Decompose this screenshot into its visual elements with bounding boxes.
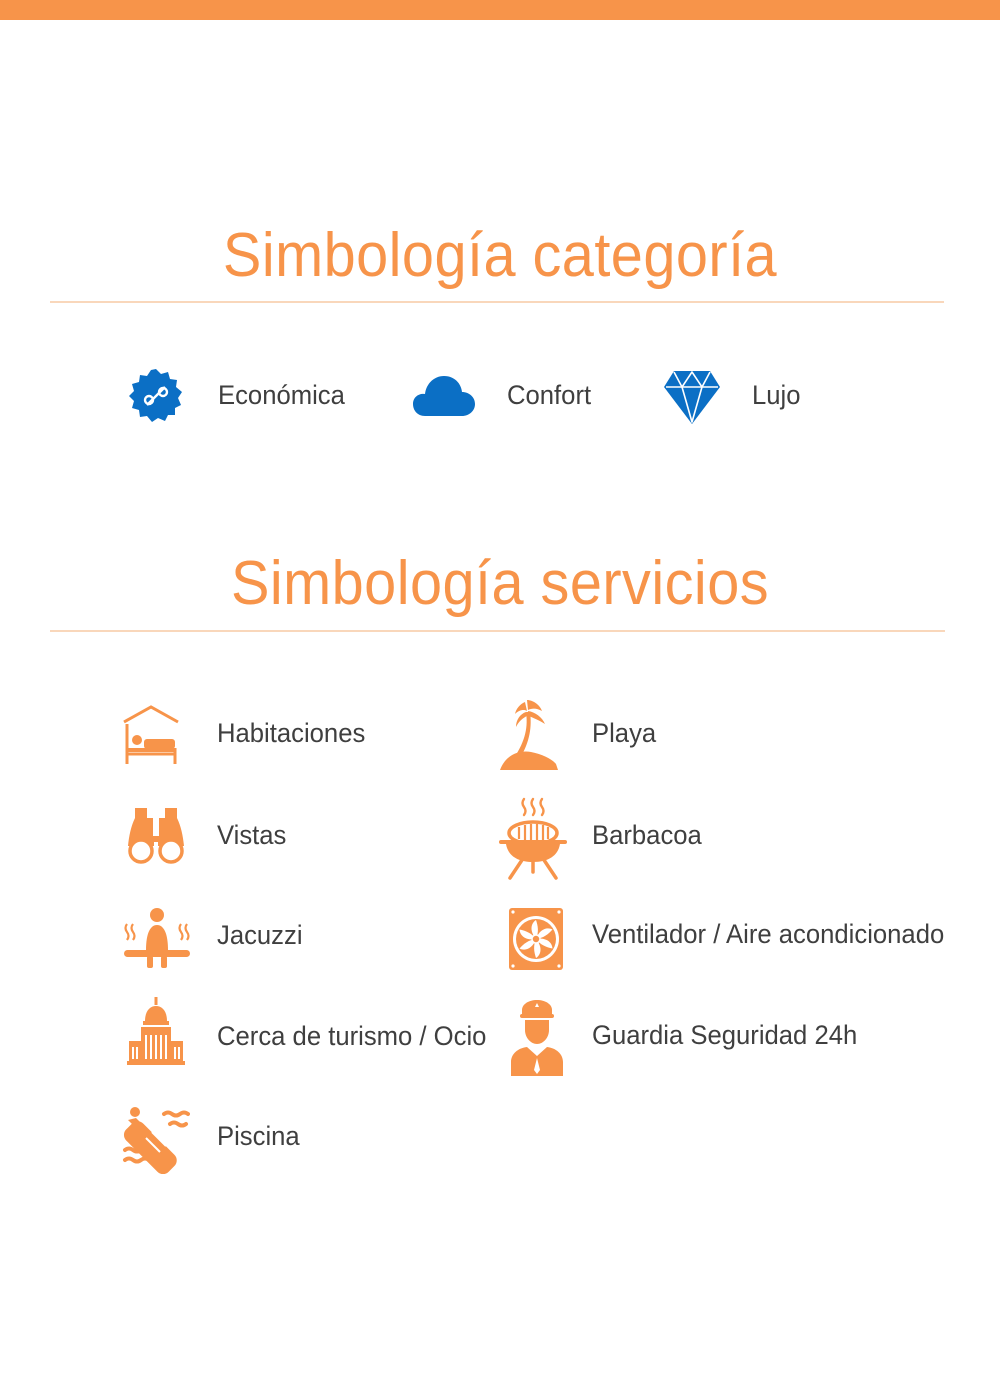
fan-icon <box>508 907 564 971</box>
servicio-label-ventilador: Ventilador / Aire acondicionado <box>592 919 945 949</box>
categoria-title: Simbología categoría <box>222 221 778 290</box>
palm-island-icon <box>500 698 558 772</box>
categoria-label-lujo: Lujo <box>752 380 801 410</box>
servicio-label-barbacoa: Barbacoa <box>592 820 702 850</box>
categoria-label-economica: Económica <box>218 380 345 410</box>
servicio-label-vistas: Vistas <box>217 820 287 850</box>
servicios-title: Simbología servicios <box>230 549 770 618</box>
servicio-label-habitaciones: Habitaciones <box>217 718 366 748</box>
servicios-divider <box>50 630 945 632</box>
servicio-label-jacuzzi: Jacuzzi <box>217 920 303 950</box>
security-guard-icon <box>510 1000 564 1078</box>
bed-house-icon <box>122 704 180 768</box>
barbecue-grill-icon <box>498 796 568 880</box>
binoculars-icon <box>127 806 185 866</box>
servicio-label-turismo: Cerca de turismo / Ocio <box>217 1021 487 1051</box>
cloud-icon <box>412 372 476 418</box>
categoria-label-confort: Confort <box>507 380 592 410</box>
servicio-label-guardia: Guardia Seguridad 24h <box>592 1020 858 1050</box>
jacuzzi-icon <box>122 906 192 968</box>
categoria-divider <box>50 301 944 303</box>
diamond-icon <box>662 368 722 426</box>
discount-badge-icon <box>128 368 184 424</box>
top-accent-bar <box>0 0 1000 20</box>
pool-float-icon <box>122 1100 190 1176</box>
servicio-label-playa: Playa <box>592 718 657 748</box>
servicio-label-piscina: Piscina <box>217 1121 300 1151</box>
capitol-building-icon <box>126 997 186 1065</box>
